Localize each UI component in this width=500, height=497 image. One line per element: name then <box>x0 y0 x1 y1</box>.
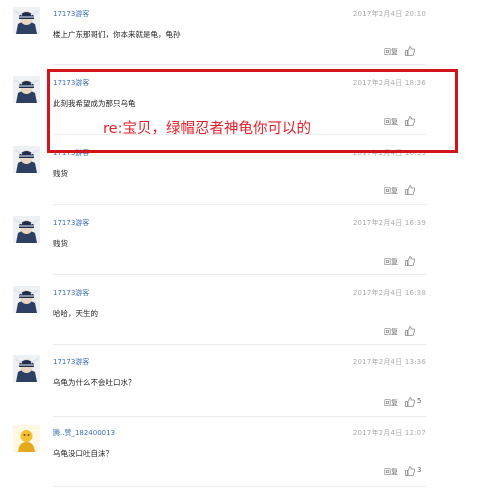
ninja-avatar-icon[interactable] <box>13 286 40 313</box>
reply-button[interactable]: 回复 <box>384 467 398 477</box>
like-button[interactable]: 5 <box>404 396 426 408</box>
comment-divider <box>53 416 426 417</box>
like-button[interactable] <box>404 255 426 267</box>
comment-username[interactable]: 17173游客 <box>53 288 89 298</box>
comment-date: 2017年2月4日 16:39 <box>352 219 426 227</box>
comment-date: 2017年2月4日 16:38 <box>352 289 426 297</box>
like-button[interactable]: 3 <box>404 465 426 477</box>
comment-text: 乌龟为什么不会吐口水？ <box>53 378 136 387</box>
thumbs-up-icon <box>405 256 416 266</box>
gold-avatar-icon[interactable] <box>13 425 40 452</box>
like-button[interactable] <box>404 115 426 127</box>
ninja-avatar-icon[interactable] <box>13 146 40 173</box>
reply-button[interactable]: 回复 <box>384 327 398 337</box>
comment-username[interactable]: 17173游客 <box>53 218 89 228</box>
comment-date: 2017年2月4日 20:10 <box>352 10 426 18</box>
comment-text: 此刻我希望成为那只乌龟 <box>53 99 136 108</box>
like-count: 5 <box>417 397 422 405</box>
ninja-avatar-icon[interactable] <box>13 216 40 243</box>
ninja-avatar-icon[interactable] <box>13 76 40 103</box>
comment-text: 乌龟没口吐自沫？ <box>53 449 113 458</box>
comment-username[interactable]: 腾..赞_182400013 <box>53 428 115 438</box>
comment-date: 2017年2月4日 12:07 <box>352 429 426 437</box>
comment-text: 贱货 <box>53 239 68 248</box>
comment-date: 2017年2月4日 18:36 <box>352 79 426 87</box>
comment-username[interactable]: 17173游客 <box>53 148 89 158</box>
thumbs-up-icon <box>405 46 416 56</box>
like-button[interactable] <box>404 45 426 57</box>
comment-username[interactable]: 17173游客 <box>53 78 89 88</box>
comment-divider <box>53 274 426 275</box>
comment-text: 楼上广东那哥们，你本来就是龟，龟孙 <box>53 30 181 39</box>
comment-date: 2017年2月4日 13:36 <box>352 358 426 366</box>
thumbs-up-icon <box>405 185 416 195</box>
thumbs-up-icon <box>405 397 416 407</box>
annotation-text: re:宝贝，绿帽忍者神龟你可以的 <box>103 121 311 137</box>
comment-divider <box>53 486 426 487</box>
ninja-avatar-icon[interactable] <box>13 7 40 34</box>
reply-button[interactable]: 回复 <box>384 257 398 267</box>
thumbs-up-icon <box>405 116 416 126</box>
reply-button[interactable]: 回复 <box>384 186 398 196</box>
comment-username[interactable]: 17173游客 <box>53 357 89 367</box>
comment-divider <box>53 204 426 205</box>
comment-divider <box>53 344 426 345</box>
comment-date: 2017年2月4日 16:39 <box>352 149 426 157</box>
thumbs-up-icon <box>405 466 416 476</box>
comment-divider <box>53 64 426 65</box>
reply-button[interactable]: 回复 <box>384 117 398 127</box>
reply-button[interactable]: 回复 <box>384 398 398 408</box>
ninja-avatar-icon[interactable] <box>13 355 40 382</box>
reply-button[interactable]: 回复 <box>384 47 398 57</box>
like-count: 3 <box>417 466 422 474</box>
comment-username[interactable]: 17173游客 <box>53 9 89 19</box>
comment-text: 哈哈，天生的 <box>53 309 98 318</box>
like-button[interactable] <box>404 325 426 337</box>
like-button[interactable] <box>404 184 426 196</box>
comment-text: 贱货 <box>53 169 68 178</box>
thumbs-up-icon <box>405 326 416 336</box>
